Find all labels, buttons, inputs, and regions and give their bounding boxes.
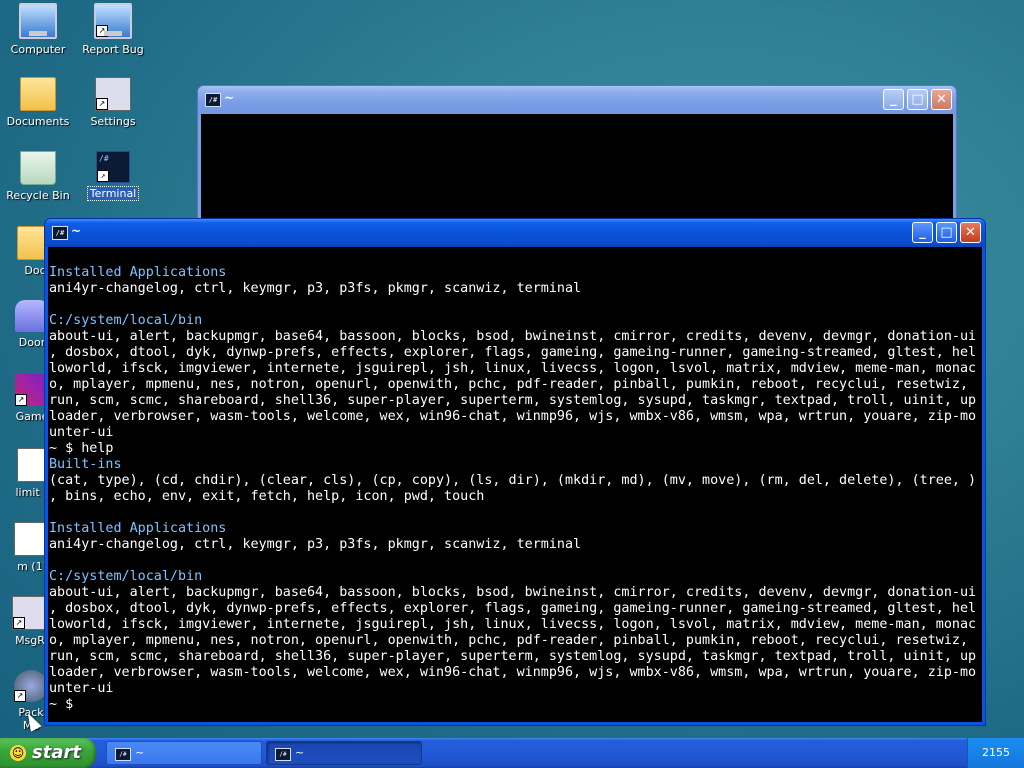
terminal-line: ani4yr-changelog, ctrl, keymgr, p3, p3fs…: [49, 537, 582, 552]
title-bar[interactable]: /# ~ _ □ ✕: [198, 86, 956, 114]
terminal-line: ~ $: [49, 697, 74, 712]
close-button[interactable]: ✕: [931, 89, 952, 110]
desktop-icon-label: Documents: [6, 115, 70, 128]
terminal-text: Installed Applications ani4yr-changelog, …: [48, 247, 982, 713]
terminal-icon: /# ↗: [96, 151, 130, 183]
terminal-line: , dosbox, dtool, dyk, dynwp-prefs, effec…: [49, 345, 977, 360]
desktop-icon-label: Recycle Bin: [6, 189, 70, 202]
maximize-button[interactable]: □: [936, 222, 957, 243]
terminal-line: run, scm, scmc, shareboard, shell36, sup…: [49, 393, 977, 408]
maximize-button[interactable]: □: [907, 89, 928, 110]
message-icon: ↗: [12, 596, 48, 630]
shortcut-arrow-icon: ↗: [97, 170, 109, 182]
recycle-bin-icon: [20, 151, 56, 185]
terminal-line: unter-ui: [49, 425, 114, 440]
shortcut-arrow-icon: ↗: [14, 690, 26, 702]
terminal-output[interactable]: Installed Applications ani4yr-changelog, …: [48, 247, 982, 722]
desktop-icon-report-bug[interactable]: ↗ Report Bug: [76, 3, 150, 56]
desktop-icon-recycle-bin[interactable]: Recycle Bin: [1, 151, 75, 202]
shortcut-arrow-icon: ↗: [96, 25, 108, 37]
desktop-icon-label: Computer: [10, 43, 66, 56]
minimize-button[interactable]: _: [912, 222, 933, 243]
terminal-line: ani4yr-changelog, ctrl, keymgr, p3, p3fs…: [49, 281, 582, 296]
terminal-line: Installed Applications: [49, 265, 227, 280]
taskbar-item-label: ~: [295, 746, 305, 759]
start-button[interactable]: ☺ start: [0, 738, 96, 768]
system-tray: 2155: [967, 738, 1024, 768]
terminal-line: loader, verbrowser, wasm-tools, welcome,…: [49, 409, 977, 424]
desktop-icon-documents[interactable]: Documents: [1, 77, 75, 128]
start-label: start: [32, 742, 81, 763]
clock[interactable]: 2155: [968, 746, 1024, 759]
terminal-window-back[interactable]: /# ~ _ □ ✕: [197, 85, 957, 225]
desktop-icon-terminal[interactable]: /# ↗ Terminal: [76, 151, 150, 201]
terminal-line: unter-ui: [49, 681, 114, 696]
computer-icon: [19, 3, 57, 39]
terminal-line: Built-ins: [49, 457, 122, 472]
terminal-icon: /#: [115, 748, 131, 761]
terminal-icon: /#: [52, 226, 68, 240]
window-title: ~: [71, 224, 82, 238]
taskbar-item-label: ~: [135, 746, 145, 759]
terminal-line: Installed Applications: [49, 521, 227, 536]
terminal-window[interactable]: /# ~ _ □ ✕ Installed Applications ani4yr-…: [44, 218, 986, 726]
terminal-line: about-ui, alert, backupmgr, base64, bass…: [49, 585, 977, 600]
taskbar-item-terminal-2[interactable]: /# ~: [266, 741, 422, 765]
terminal-line: about-ui, alert, backupmgr, base64, bass…: [49, 329, 977, 344]
terminal-line: run, scm, scmc, shareboard, shell36, sup…: [49, 649, 977, 664]
package-manager-icon: ↗: [14, 670, 48, 702]
documents-folder-icon: [20, 77, 56, 111]
shortcut-arrow-icon: ↗: [13, 617, 25, 629]
shortcut-arrow-icon: ↗: [15, 394, 27, 406]
start-logo-icon: ☺: [10, 745, 26, 761]
report-bug-icon: ↗: [94, 3, 132, 39]
window-title: ~: [224, 91, 235, 105]
desktop-icon-computer[interactable]: Computer: [1, 3, 75, 56]
desktop-icon-settings[interactable]: ↗ Settings: [76, 77, 150, 128]
terminal-line: o, mplayer, mpmenu, nes, notron, openurl…: [49, 633, 969, 648]
terminal-output[interactable]: [201, 114, 953, 221]
taskbar-item-terminal-1[interactable]: /# ~: [106, 741, 262, 765]
terminal-line: loworld, ifsck, imgviewer, internete, js…: [49, 617, 977, 632]
terminal-line: , bins, echo, env, exit, fetch, help, ic…: [49, 489, 485, 504]
shortcut-arrow-icon: ↗: [96, 98, 108, 110]
desktop-icon-label: Terminal: [86, 186, 140, 201]
settings-icon: ↗: [95, 77, 131, 111]
terminal-line: o, mplayer, mpmenu, nes, notron, openurl…: [49, 377, 969, 392]
desktop-icon-label: MsgR: [15, 634, 45, 647]
terminal-line: , dosbox, dtool, dyk, dynwp-prefs, effec…: [49, 601, 977, 616]
title-bar[interactable]: /# ~ _ □ ✕: [45, 219, 985, 247]
desktop-icon-label: Settings: [90, 115, 136, 128]
terminal-line: loader, verbrowser, wasm-tools, welcome,…: [49, 665, 977, 680]
desktop-icon-label: Report Bug: [82, 43, 144, 56]
terminal-icon: /#: [205, 93, 221, 107]
terminal-line: C:/system/local/bin: [49, 313, 203, 328]
taskbar: ☺ start /# ~ /# ~ 2155: [0, 738, 1024, 768]
terminal-line: ~ $ help: [49, 441, 114, 456]
terminal-line: (cat, type), (cd, chdir), (clear, cls), …: [49, 473, 977, 488]
minimize-button[interactable]: _: [883, 89, 904, 110]
terminal-line: C:/system/local/bin: [49, 569, 203, 584]
desktop-icon-label: Door: [18, 336, 46, 349]
terminal-icon: /#: [275, 748, 291, 761]
close-button[interactable]: ✕: [960, 222, 981, 243]
terminal-line: loworld, ifsck, imgviewer, internete, js…: [49, 361, 977, 376]
